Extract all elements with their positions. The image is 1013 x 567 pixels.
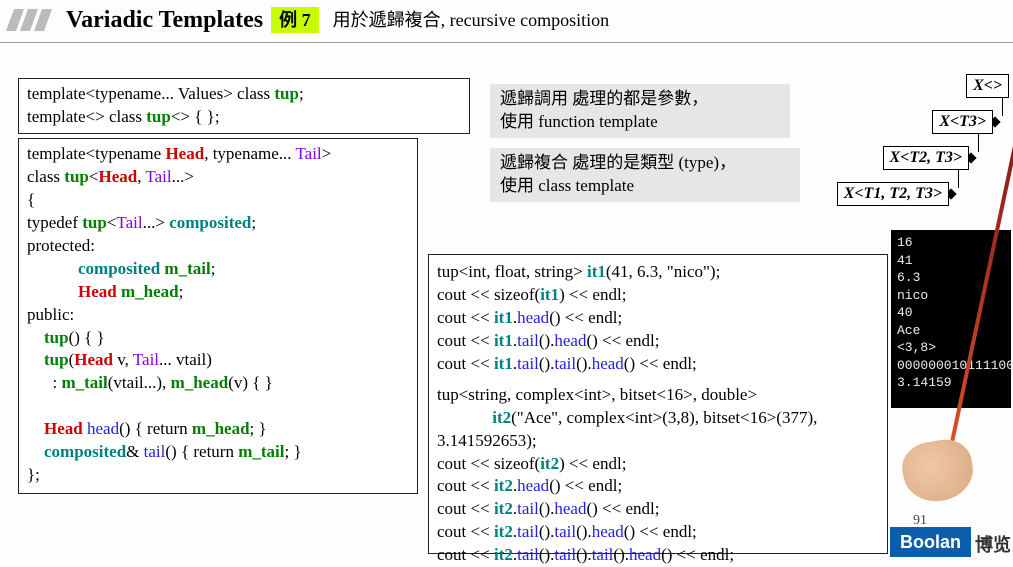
code-line: { [27, 189, 409, 212]
diagram-box-3: X<T1, T2, T3> [837, 182, 949, 206]
code-line: it2("Ace", complex<int>(3,8), bitset<16>… [437, 407, 879, 453]
code-line: cout << it2.tail().head() << endl; [437, 498, 879, 521]
boolan-logo: Boolan [890, 527, 971, 557]
code-line: template<typename... Values> class tup; [27, 83, 461, 106]
note-recursive-composition: 遞歸複合 處理的是類型 (type)， 使用 class template [490, 148, 800, 202]
code-box-declarations: template<typename... Values> class tup; … [18, 78, 470, 134]
code-line: template<> class tup<> { }; [27, 106, 461, 129]
code-line: cout << it2.head() << endl; [437, 475, 879, 498]
code-line: tup<int, float, string> it1(41, 6.3, "ni… [437, 261, 879, 284]
code-line: class tup<Head, Tail...> [27, 166, 409, 189]
code-line: }; [27, 464, 409, 487]
slide-header: Variadic Templates 例 7 用於遞歸複合, recursive… [0, 0, 1013, 43]
code-line: protected: [27, 235, 409, 258]
code-line [27, 395, 409, 418]
note-recursive-call: 遞歸調用 處理的都是參數， 使用 function template [490, 84, 790, 138]
code-box-class-tup: template<typename Head, typename... Tail… [18, 138, 418, 494]
header-decor-bars [10, 9, 48, 31]
code-box-usage: tup<int, float, string> it1(41, 6.3, "ni… [428, 254, 888, 554]
code-line: composited m_tail; [27, 258, 409, 281]
diagram-box-1: X<T3> [932, 110, 993, 134]
slide-title: Variadic Templates [66, 4, 263, 36]
slide-subtitle: 用於遞歸複合, recursive composition [333, 8, 609, 32]
example-badge: 例 7 [271, 7, 319, 33]
note-line: 使用 class template [500, 175, 790, 198]
code-line: tup() { } [27, 327, 409, 350]
note-line: 使用 function template [500, 111, 780, 134]
code-line: tup(Head v, Tail... vtail) [27, 349, 409, 372]
diagram-box-2: X<T2, T3> [883, 146, 969, 170]
boolan-suffix: 博览 [975, 533, 1011, 557]
code-line: cout << sizeof(it1) << endl; [437, 284, 879, 307]
code-line: : m_tail(vtail...), m_head(v) { } [27, 372, 409, 395]
code-line: cout << it1.tail().tail().head() << endl… [437, 353, 879, 376]
code-line: template<typename Head, typename... Tail… [27, 143, 409, 166]
note-line: 遞歸複合 處理的是類型 (type)， [500, 152, 790, 175]
inheritance-diagram: X<> X<T3> X<T2, T3> X<T1, T2, T3> [829, 74, 1009, 224]
code-line: Head m_head; [27, 281, 409, 304]
presenter-hand [898, 435, 977, 506]
code-line: cout << it1.head() << endl; [437, 307, 879, 330]
code-line: Head head() { return m_head; } [27, 418, 409, 441]
code-line: cout << it1.tail().head() << endl; [437, 330, 879, 353]
note-line: 遞歸調用 處理的都是參數， [500, 88, 780, 111]
code-line: public: [27, 304, 409, 327]
code-line: cout << sizeof(it2) << endl; [437, 453, 879, 476]
code-line: composited& tail() { return m_tail; } [27, 441, 409, 464]
code-line: cout << it2.tail().tail().tail().head() … [437, 544, 879, 567]
diagram-box-0: X<> [966, 74, 1009, 98]
code-line: tup<string, complex<int>, bitset<16>, do… [437, 384, 879, 407]
code-line: typedef tup<Tail...> composited; [27, 212, 409, 235]
code-line: cout << it2.tail().tail().head() << endl… [437, 521, 879, 544]
